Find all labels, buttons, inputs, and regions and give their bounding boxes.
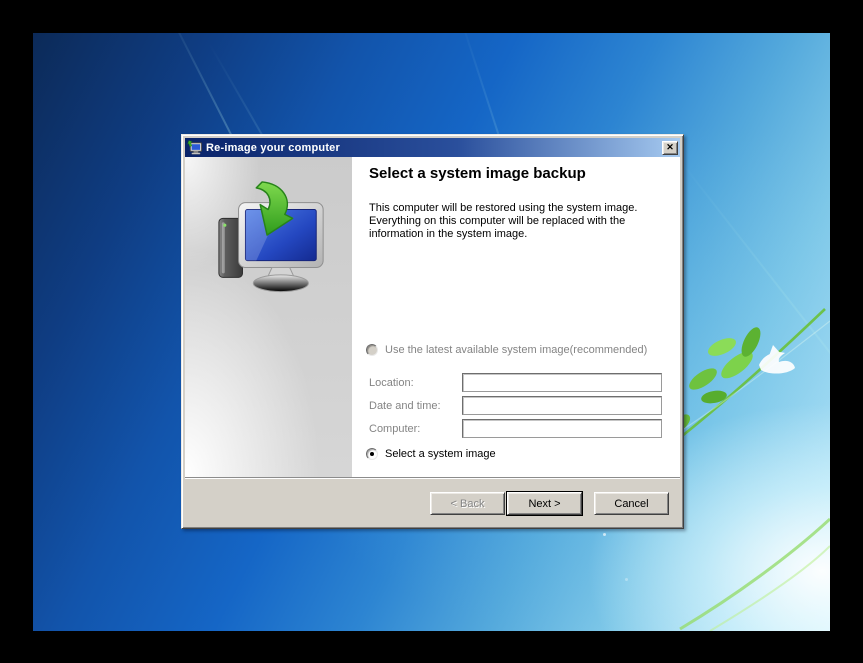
date-time-input[interactable] <box>462 396 662 415</box>
wizard-side-panel <box>185 157 352 477</box>
computer-label: Computer: <box>369 422 421 435</box>
radio-icon[interactable] <box>366 448 378 460</box>
radio-option-label: Use the latest available system image(re… <box>385 344 648 356</box>
page-description: This computer will be restored using the… <box>369 202 638 240</box>
computer-input[interactable] <box>462 419 662 438</box>
wallpaper-sparkle <box>625 578 628 581</box>
back-button[interactable]: < Back <box>430 492 505 515</box>
radio-option-label: Select a system image <box>385 448 496 460</box>
field-row-location: Location: <box>369 373 662 392</box>
reimage-computer-icon[interactable] <box>187 140 202 155</box>
location-input[interactable] <box>462 373 662 392</box>
radio-option-select-image[interactable]: Select a system image <box>366 448 496 460</box>
wallpaper-sparkle <box>603 533 606 536</box>
computer-restore-illustration-icon <box>218 181 324 293</box>
date-time-label: Date and time: <box>369 399 441 412</box>
wizard-button-row: < Back Next > Cancel <box>185 479 680 525</box>
field-row-date-time: Date and time: <box>369 396 662 415</box>
desktop-wallpaper: Re-image your computer ✕ Select a system… <box>33 33 830 631</box>
wizard-body: Select a system image backup This comput… <box>185 157 680 477</box>
bird-icon <box>759 345 795 374</box>
window-titlebar[interactable]: Re-image your computer ✕ <box>185 138 680 157</box>
page-title: Select a system image backup <box>369 165 586 182</box>
cancel-button[interactable]: Cancel <box>594 492 669 515</box>
window-title: Re-image your computer <box>206 141 340 154</box>
close-button[interactable]: ✕ <box>662 140 678 155</box>
field-row-computer: Computer: <box>369 419 662 438</box>
radio-selected-dot <box>370 452 374 456</box>
close-icon: ✕ <box>666 142 674 152</box>
reimage-wizard-window: Re-image your computer ✕ Select a system… <box>181 134 684 529</box>
wizard-content: Select a system image backup This comput… <box>352 157 680 477</box>
radio-option-use-latest[interactable]: Use the latest available system image(re… <box>366 344 647 356</box>
location-label: Location: <box>369 376 414 389</box>
next-button[interactable]: Next > <box>506 491 583 516</box>
radio-icon[interactable] <box>366 344 378 356</box>
